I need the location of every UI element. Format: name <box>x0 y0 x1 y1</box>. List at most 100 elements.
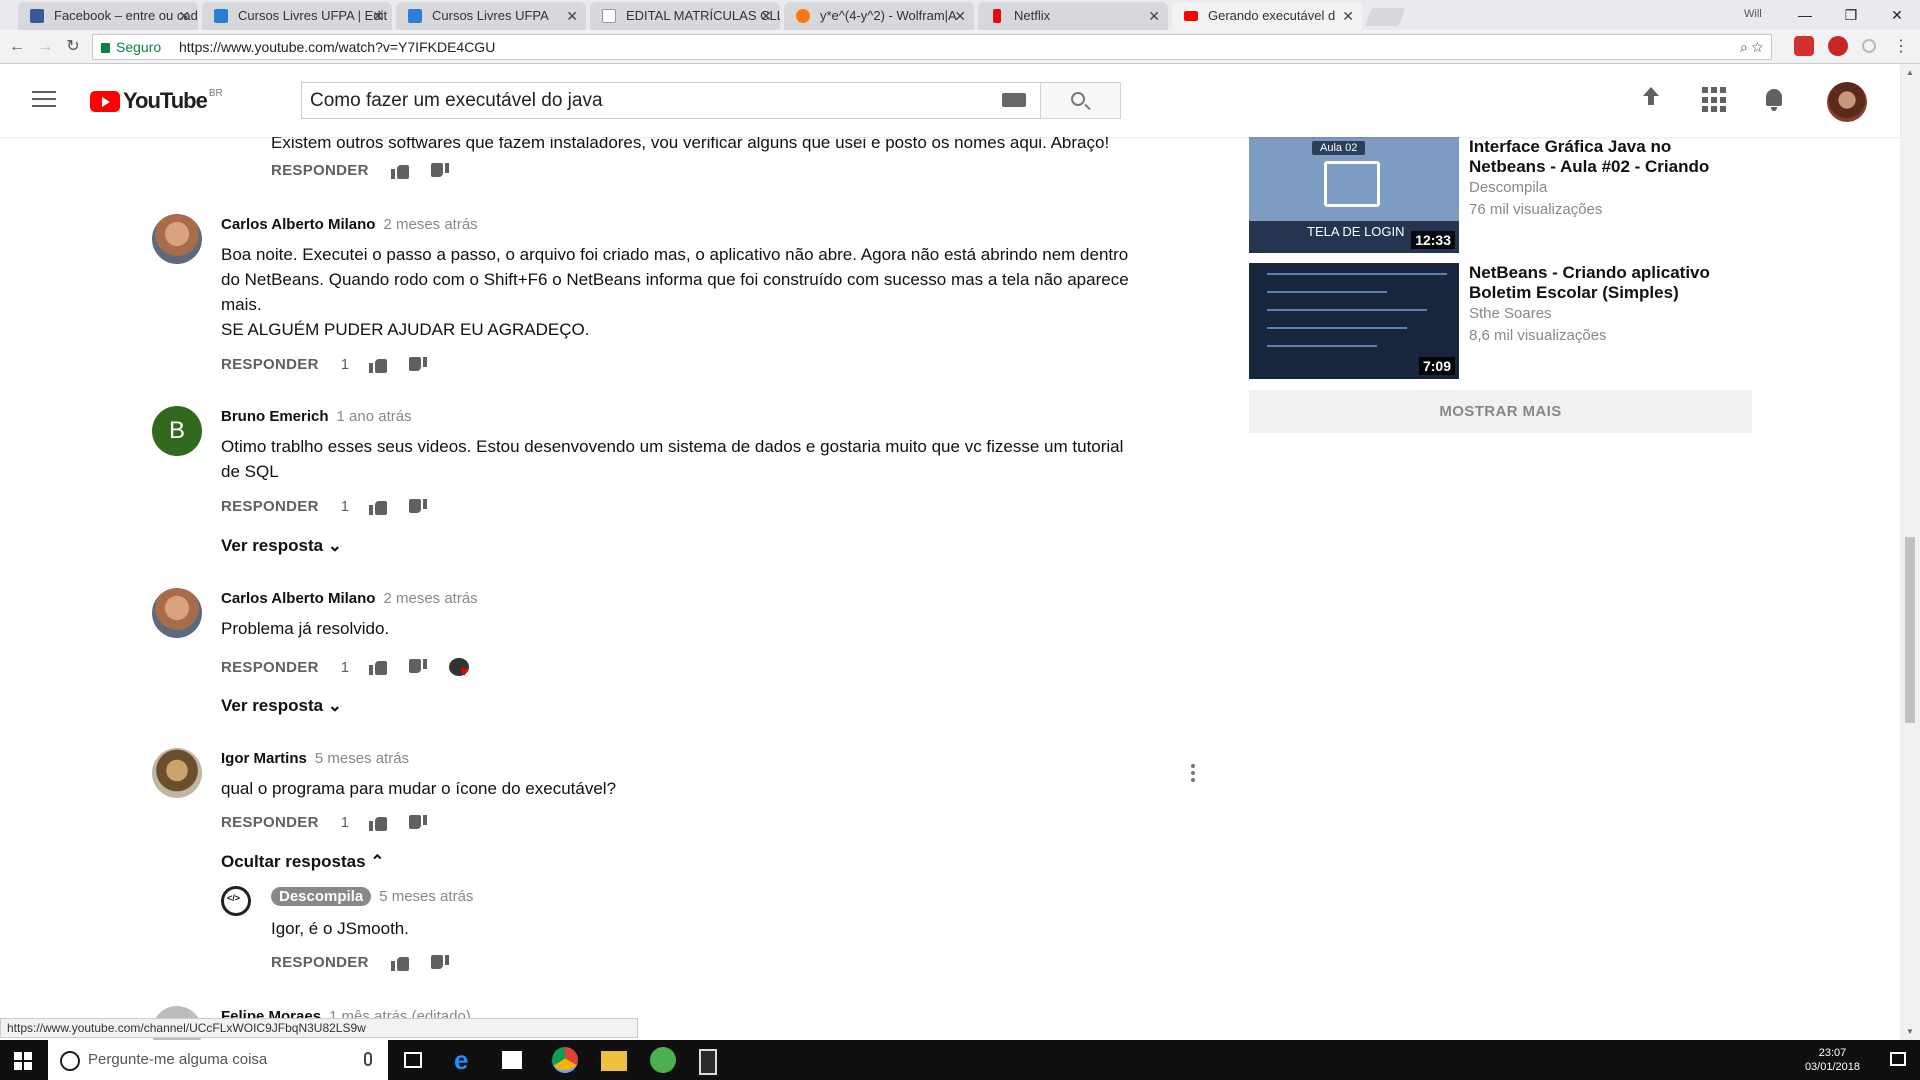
thumb-down-icon[interactable] <box>409 659 427 675</box>
reply-button[interactable]: RESPONDER <box>221 356 319 373</box>
keyboard-icon[interactable] <box>1002 93 1026 107</box>
browser-tab-wolfram[interactable]: y*e^(4-y^2) - Wolfram|A ✕ <box>784 2 974 30</box>
thumb-down-icon[interactable] <box>409 357 427 373</box>
reply-button[interactable]: RESPONDER <box>221 659 319 676</box>
chrome-icon[interactable] <box>552 1047 578 1073</box>
author-name[interactable]: Descompila <box>271 887 372 906</box>
author-name[interactable]: Bruno Emerich <box>221 408 329 425</box>
new-tab-button[interactable] <box>1364 8 1406 26</box>
zoom-icon[interactable]: ⌕ <box>1740 39 1748 55</box>
windows-start-icon[interactable] <box>14 1052 32 1070</box>
thumb-up-icon[interactable] <box>369 357 388 373</box>
channel-avatar[interactable] <box>221 886 251 916</box>
view-replies-button[interactable]: Ver resposta ⌄ <box>221 536 342 556</box>
restore-icon[interactable]: ❐ <box>1828 7 1874 24</box>
thumb-down-icon[interactable] <box>431 955 449 971</box>
calculator-icon[interactable] <box>699 1049 717 1075</box>
user-avatar[interactable] <box>1827 82 1867 122</box>
secure-indicator[interactable]: Seguro <box>101 35 161 59</box>
thumb-up-icon[interactable] <box>390 955 409 971</box>
browser-tab-netflix[interactable]: Netflix ✕ <box>978 2 1168 30</box>
comment-time[interactable]: 2 meses atrás <box>383 590 477 607</box>
file-explorer-icon[interactable] <box>601 1051 627 1071</box>
more-options-icon[interactable] <box>1191 764 1195 785</box>
close-icon[interactable]: ✕ <box>954 2 966 30</box>
close-icon[interactable]: ✕ <box>372 2 384 30</box>
forward-arrow-icon[interactable]: → <box>34 36 56 58</box>
video-thumbnail[interactable]: Aula 02 TELA DE LOGIN 12:33 <box>1249 137 1459 253</box>
close-icon[interactable]: ✕ <box>1342 2 1354 30</box>
upload-icon[interactable] <box>1638 87 1664 113</box>
reload-icon[interactable]: ↻ <box>62 36 84 58</box>
browser-tab-ufpa-edit[interactable]: Cursos Livres UFPA | Edit ✕ <box>202 2 392 30</box>
avatar[interactable] <box>152 588 202 638</box>
thumb-down-icon[interactable] <box>431 163 449 179</box>
page-scrollbar[interactable]: ▲ ▼ <box>1900 64 1920 1040</box>
hamburger-menu-icon[interactable] <box>32 91 56 112</box>
extension-icon[interactable] <box>1794 36 1814 56</box>
microphone-icon[interactable] <box>364 1052 372 1066</box>
url-input[interactable]: Seguro https://www.youtube.com/watch?v=Y… <box>92 34 1772 60</box>
thumb-up-icon[interactable] <box>369 499 388 515</box>
reply-button[interactable]: RESPONDER <box>271 162 369 179</box>
store-icon[interactable] <box>502 1051 522 1069</box>
reply-button[interactable]: RESPONDER <box>221 814 319 831</box>
bookmark-star-icon[interactable]: ☆ <box>1752 39 1763 55</box>
comment-time[interactable]: 1 ano atrás <box>337 408 412 425</box>
profile-name[interactable]: Will <box>1744 8 1762 20</box>
avatar[interactable]: B <box>152 406 202 456</box>
close-icon[interactable]: ✕ <box>1148 2 1160 30</box>
comment-time[interactable]: 5 meses atrás <box>379 888 473 905</box>
search-button[interactable] <box>1040 82 1121 119</box>
scrollbar-thumb[interactable] <box>1905 537 1915 723</box>
extension-icon[interactable] <box>1862 39 1876 53</box>
video-title[interactable]: NetBeans - Criando aplicativo Boletim Es… <box>1469 263 1729 303</box>
close-icon[interactable]: ✕ <box>760 2 772 30</box>
browser-tab-edital[interactable]: EDITAL MATRÍCULAS CLL ✕ <box>590 2 780 30</box>
author-name[interactable]: Igor Martins <box>221 750 307 767</box>
thumb-up-icon[interactable] <box>369 815 388 831</box>
scroll-up-arrow-icon[interactable]: ▲ <box>1906 68 1914 77</box>
author-name[interactable]: Carlos Alberto Milano <box>221 590 375 607</box>
notifications-bell-icon[interactable] <box>1762 87 1788 113</box>
apps-grid-icon[interactable] <box>1702 87 1728 113</box>
reply-button[interactable]: RESPONDER <box>271 954 369 971</box>
back-arrow-icon[interactable]: ← <box>6 36 28 58</box>
browser-tab-facebook[interactable]: Facebook – entre ou cad ✕ <box>18 2 198 30</box>
edge-icon[interactable]: e <box>454 1047 480 1073</box>
hide-replies-button[interactable]: Ocultar respostas ⌃ <box>221 852 385 872</box>
scroll-down-arrow-icon[interactable]: ▼ <box>1906 1027 1914 1036</box>
comment-time[interactable]: 5 meses atrás <box>315 750 409 767</box>
menu-icon[interactable]: ⋮ <box>1890 36 1912 58</box>
reply-button[interactable]: RESPONDER <box>221 498 319 515</box>
channel-name[interactable]: Sthe Soares <box>1469 305 1552 322</box>
search-input[interactable]: Como fazer um executável do java <box>301 82 1041 119</box>
browser-tab-youtube[interactable]: Gerando executável d ✕ <box>1172 2 1362 30</box>
author-name[interactable]: Carlos Alberto Milano <box>221 216 375 233</box>
video-title[interactable]: Interface Gráfica Java no Netbeans - Aul… <box>1469 137 1729 177</box>
thumb-down-icon[interactable] <box>409 499 427 515</box>
youtube-logo[interactable]: YouTube BR <box>90 88 223 114</box>
channel-name[interactable]: Descompila <box>1469 179 1547 196</box>
thumb-up-icon[interactable] <box>369 659 388 675</box>
video-thumbnail[interactable]: 7:09 <box>1249 263 1459 379</box>
close-icon[interactable]: ✕ <box>178 2 190 30</box>
close-icon[interactable]: ✕ <box>566 2 578 30</box>
related-video[interactable]: Aula 02 TELA DE LOGIN 12:33 Interface Gr… <box>1249 137 1749 253</box>
system-tray[interactable]: 23:07 03/01/2018 <box>1805 1040 1860 1080</box>
browser-tab-ufpa[interactable]: Cursos Livres UFPA ✕ <box>396 2 586 30</box>
related-video[interactable]: 7:09 NetBeans - Criando aplicativo Bolet… <box>1249 263 1749 379</box>
thumb-down-icon[interactable] <box>409 815 427 831</box>
avatar[interactable] <box>152 748 202 798</box>
minimize-icon[interactable]: — <box>1782 7 1828 23</box>
show-more-button[interactable]: MOSTRAR MAIS <box>1249 390 1752 433</box>
close-window-icon[interactable]: ✕ <box>1874 7 1920 24</box>
thumb-up-icon[interactable] <box>390 163 409 179</box>
view-replies-button[interactable]: Ver resposta ⌄ <box>221 696 342 716</box>
extension-icon[interactable] <box>1828 36 1848 56</box>
utorrent-icon[interactable] <box>650 1047 676 1073</box>
notification-center-icon[interactable] <box>1890 1052 1906 1066</box>
comment-time[interactable]: 2 meses atrás <box>383 216 477 233</box>
avatar[interactable] <box>152 214 202 264</box>
task-view-icon[interactable] <box>404 1052 422 1068</box>
